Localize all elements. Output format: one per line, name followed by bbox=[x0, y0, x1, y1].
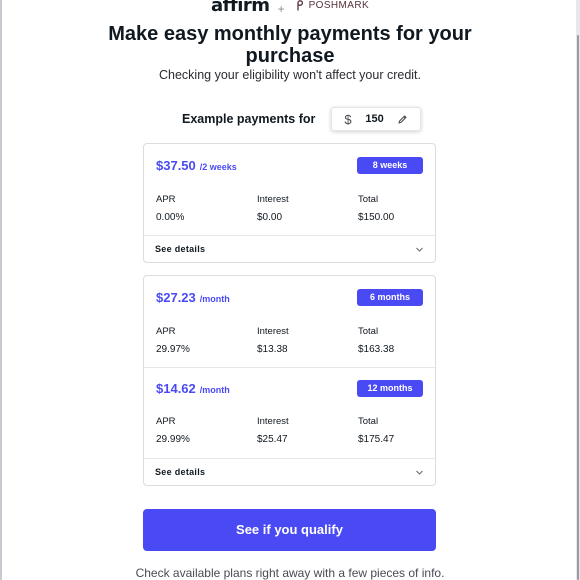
currency-symbol: $ bbox=[344, 111, 352, 127]
interest-value: $25.47 bbox=[257, 434, 288, 445]
poshmark-logo-icon bbox=[296, 0, 303, 11]
total-stat: Total $163.38 bbox=[358, 326, 394, 355]
pencil-icon[interactable] bbox=[397, 114, 408, 125]
interest-stat: Interest $13.38 bbox=[257, 326, 289, 355]
apr-stat: APR 0.00% bbox=[156, 194, 184, 223]
interest-value: $13.38 bbox=[257, 344, 288, 355]
apr-label: APR bbox=[156, 416, 176, 427]
total-value: $150.00 bbox=[358, 212, 395, 223]
total-label: Total bbox=[358, 194, 379, 205]
page-title: Make easy monthly payments for your purc… bbox=[108, 23, 472, 67]
interest-stat: Interest $0.00 bbox=[257, 194, 289, 223]
affirm-logo: affirm bbox=[210, 0, 270, 16]
total-label: Total bbox=[358, 326, 379, 337]
amount-value[interactable]: 150 bbox=[365, 113, 383, 125]
apr-value: 29.99% bbox=[156, 434, 190, 445]
total-value: $175.47 bbox=[358, 434, 395, 445]
plan-period: /2 weeks bbox=[199, 162, 237, 172]
apr-stat: APR 29.99% bbox=[156, 416, 190, 445]
page-subtitle: Checking your eligibility won't affect y… bbox=[159, 68, 421, 82]
term-badge: 6 months bbox=[357, 289, 423, 306]
plan-price-line: $37.50 /2 weeks bbox=[156, 158, 237, 173]
plan-price: $27.23 bbox=[156, 290, 196, 305]
apr-value: 29.97% bbox=[156, 344, 190, 355]
plan-price: $14.62 bbox=[156, 381, 196, 396]
apr-label: APR bbox=[156, 194, 176, 205]
plan-price-line: $27.23 /month bbox=[156, 290, 230, 305]
apr-value: 0.00% bbox=[156, 212, 185, 223]
interest-label: Interest bbox=[257, 194, 289, 205]
poshmark-logo: POSHMARK bbox=[293, 0, 369, 11]
footer-text: Check available plans right away with a … bbox=[135, 566, 445, 580]
plan-card-8-weeks: $37.50 /2 weeks 8 weeks APR 0.00% Intere… bbox=[143, 143, 436, 263]
header-logos: affirm + POSHMARK bbox=[0, 0, 580, 18]
see-details-label: See details bbox=[155, 244, 206, 254]
chevron-down-icon bbox=[416, 470, 423, 475]
example-payments-label: Example payments for bbox=[182, 112, 316, 126]
amount-input[interactable]: $ 150 bbox=[331, 107, 422, 131]
see-details-toggle[interactable]: See details bbox=[144, 458, 435, 486]
interest-value: $0.00 bbox=[257, 212, 283, 223]
see-details-label: See details bbox=[155, 467, 206, 477]
see-details-toggle[interactable]: See details bbox=[144, 235, 435, 263]
term-badge: 8 weeks bbox=[357, 157, 423, 174]
plan-period: /month bbox=[199, 294, 230, 304]
interest-label: Interest bbox=[257, 416, 289, 427]
see-if-you-qualify-button[interactable]: See if you qualify bbox=[143, 509, 436, 551]
plan-period: /month bbox=[199, 385, 230, 395]
total-label: Total bbox=[358, 416, 379, 427]
example-payments-row: Example payments for $ 150 bbox=[182, 107, 422, 131]
scrollbar-thumb[interactable] bbox=[577, 35, 579, 580]
term-badge: 12 months bbox=[357, 380, 423, 397]
plan-card-monthly: $27.23 /month 6 months APR 29.97% Intere… bbox=[143, 275, 436, 486]
plan-price-line: $14.62 /month bbox=[156, 381, 230, 396]
plan-price: $37.50 bbox=[156, 158, 196, 173]
chevron-down-icon bbox=[416, 247, 423, 252]
apr-stat: APR 29.97% bbox=[156, 326, 190, 355]
interest-stat: Interest $25.47 bbox=[257, 416, 289, 445]
total-stat: Total $150.00 bbox=[358, 194, 394, 223]
interest-label: Interest bbox=[257, 326, 289, 337]
logo-plus: + bbox=[277, 2, 285, 16]
poshmark-wordmark: POSHMARK bbox=[308, 0, 370, 11]
total-stat: Total $175.47 bbox=[358, 416, 394, 445]
apr-label: APR bbox=[156, 326, 176, 337]
window-left-border bbox=[0, 0, 2, 580]
card-divider bbox=[144, 367, 435, 368]
total-value: $163.38 bbox=[358, 344, 395, 355]
